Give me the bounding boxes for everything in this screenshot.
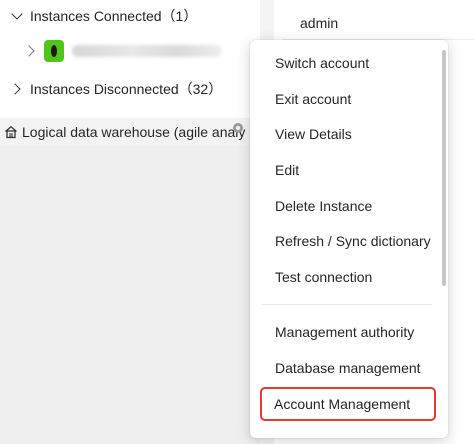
tree-group-disconnected[interactable]: Instances Disconnected（32） bbox=[10, 78, 222, 100]
current-user-row: admin bbox=[282, 6, 474, 40]
tree-instance-item[interactable] bbox=[24, 40, 222, 62]
menu-item-label: Management authority bbox=[275, 324, 415, 340]
tree-group-connected[interactable]: Instances Connected（1） bbox=[10, 5, 197, 27]
menu-item-label: Database management bbox=[275, 360, 421, 376]
menu-item-management-authority[interactable]: Management authority bbox=[260, 315, 436, 349]
menu-divider bbox=[262, 304, 432, 305]
tree-group-connected-label: Instances Connected（1） bbox=[30, 8, 198, 24]
menu-item-label: Delete Instance bbox=[275, 198, 373, 214]
menu-item-view-details[interactable]: View Details bbox=[260, 117, 436, 151]
database-instance-icon bbox=[44, 40, 64, 62]
menu-item-refresh-sync[interactable]: Refresh / Sync dictionary bbox=[260, 224, 436, 258]
chevron-right-icon[interactable] bbox=[24, 44, 38, 58]
instance-name-redacted bbox=[72, 45, 222, 57]
menu-item-label: Edit bbox=[275, 162, 300, 178]
current-user-label: admin bbox=[300, 14, 339, 31]
loading-icon bbox=[233, 123, 243, 133]
instance-tree-panel: Instances Connected（1） Instances Disconn… bbox=[0, 0, 260, 444]
menu-item-test-connection[interactable]: Test connection bbox=[260, 260, 436, 294]
menu-item-label: Exit account bbox=[275, 91, 352, 107]
menu-item-database-management[interactable]: Database management bbox=[260, 351, 436, 385]
menu-item-label: Refresh / Sync dictionary bbox=[275, 233, 431, 249]
chevron-right-icon[interactable] bbox=[10, 82, 24, 96]
menu-item-label: View Details bbox=[275, 126, 352, 142]
menu-item-label: Account Management bbox=[274, 396, 411, 412]
tree-group-disconnected-label: Instances Disconnected（32） bbox=[30, 81, 223, 97]
tree-warehouse-label: Logical data warehouse (agile analy bbox=[22, 124, 246, 140]
menu-item-exit-account[interactable]: Exit account bbox=[260, 82, 436, 116]
instance-context-menu: Switch account Exit account View Details… bbox=[250, 40, 448, 438]
chevron-down-icon[interactable] bbox=[10, 9, 24, 23]
menu-item-edit[interactable]: Edit bbox=[260, 153, 436, 187]
menu-item-delete-instance[interactable]: Delete Instance bbox=[260, 189, 436, 223]
menu-item-switch-account[interactable]: Switch account bbox=[260, 46, 436, 80]
warehouse-icon bbox=[5, 125, 17, 139]
menu-item-label: Switch account bbox=[275, 55, 370, 71]
menu-item-account-management[interactable]: Account Management bbox=[260, 387, 436, 421]
menu-scrollbar[interactable] bbox=[442, 50, 446, 286]
tree-warehouse-item[interactable]: Logical data warehouse (agile analy bbox=[0, 118, 260, 146]
menu-item-label: Test connection bbox=[275, 269, 373, 285]
tree-empty-area bbox=[0, 146, 260, 444]
